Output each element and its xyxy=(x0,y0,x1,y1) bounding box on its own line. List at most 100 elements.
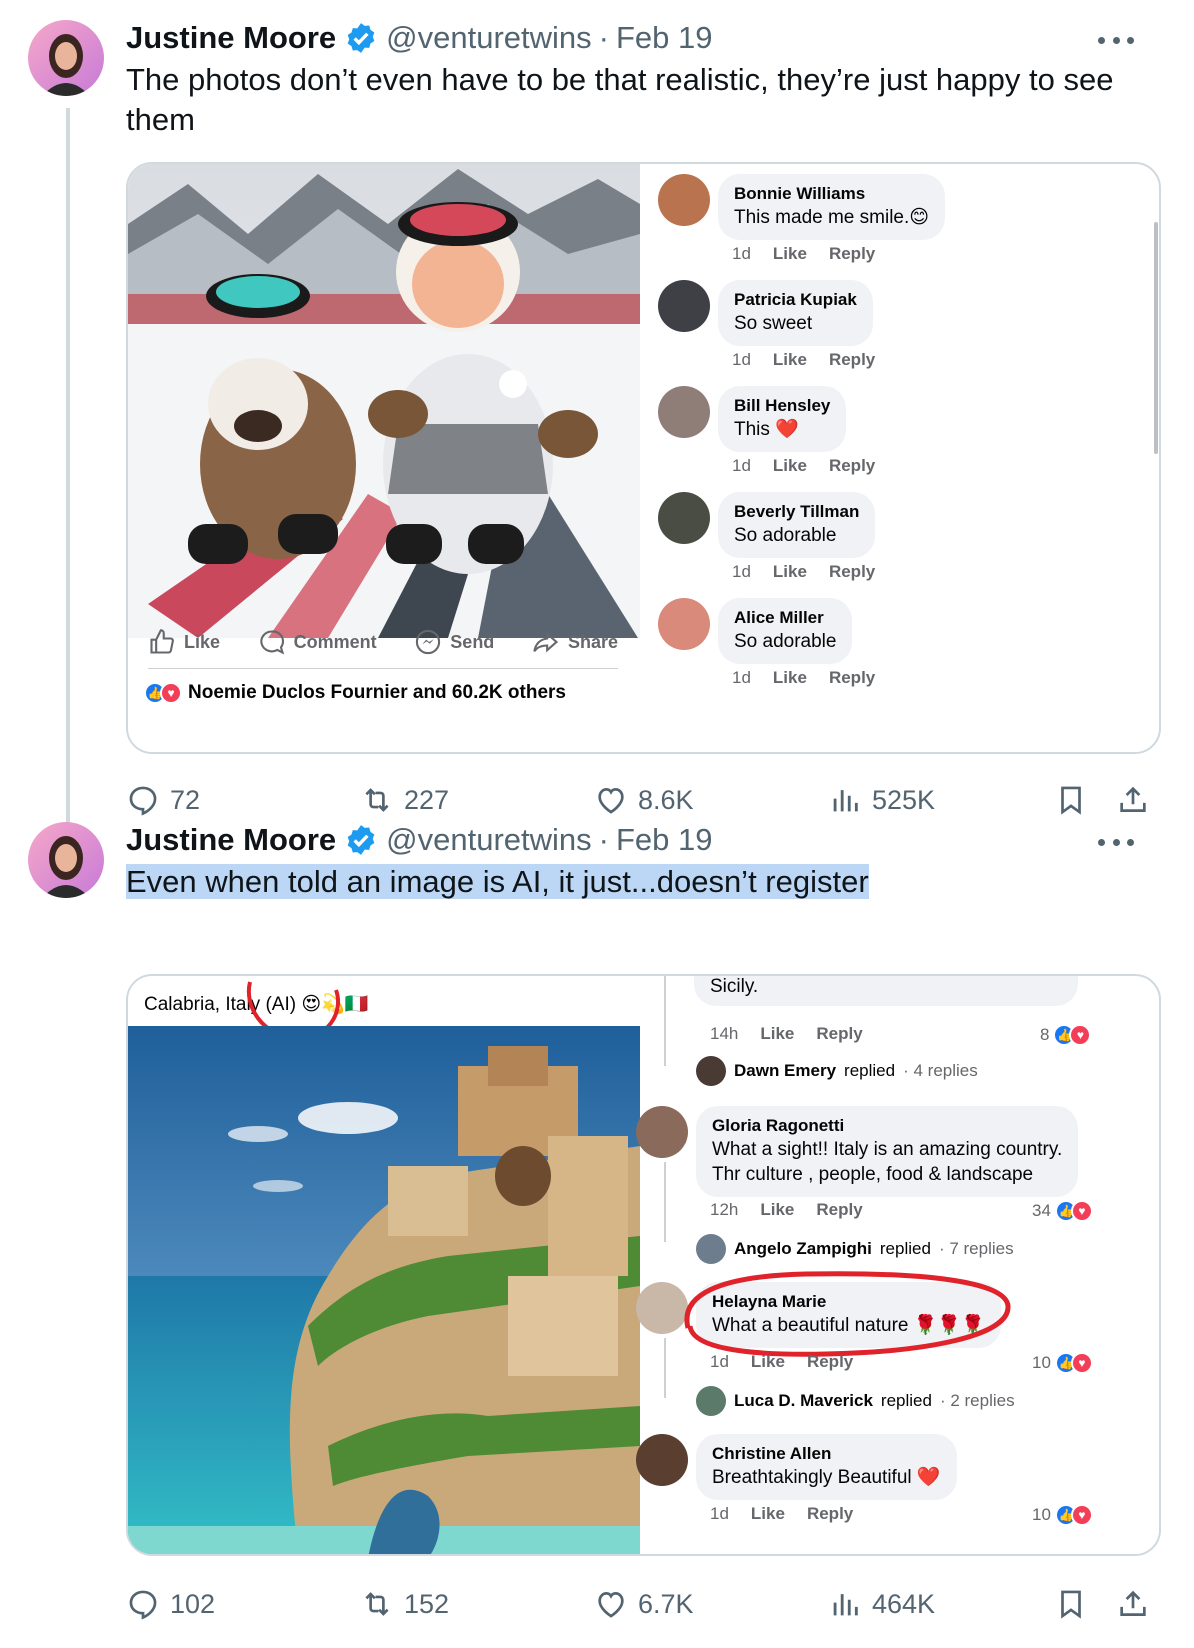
bookmark-icon xyxy=(1061,786,1081,815)
reply-icon xyxy=(129,786,157,816)
author-avatar[interactable] xyxy=(28,20,104,96)
share-button[interactable] xyxy=(1116,1584,1150,1624)
comment-reply-link[interactable]: Reply xyxy=(829,350,875,370)
comment-reaction-count[interactable]: 10 👍 ♥ xyxy=(1032,1504,1093,1526)
replies-row[interactable]: Angelo Zampighi replied · 7 replies xyxy=(696,1234,1014,1264)
comment-reply-link[interactable]: Reply xyxy=(807,1504,853,1524)
comment-reply-link[interactable]: Reply xyxy=(816,1024,862,1044)
tweet-media[interactable]: Like Comment Send Share 👍 ♥ Noemie Duclos… xyxy=(126,162,1161,754)
bookmark-button[interactable] xyxy=(1054,780,1088,820)
like-button[interactable]: 6.7K xyxy=(594,1584,694,1624)
tweet-stats-bar: 102 152 6.7K 464K xyxy=(126,1584,1161,1624)
comment-like-link[interactable]: Like xyxy=(760,1024,794,1044)
reaction-count: 8 xyxy=(1040,1025,1050,1044)
messenger-icon xyxy=(416,629,441,655)
comment-reply-link[interactable]: Reply xyxy=(829,456,875,476)
comment-time: 1d xyxy=(732,456,751,475)
comment-meta: 14h Like Reply xyxy=(710,1024,863,1044)
comment-like-link[interactable]: Like xyxy=(773,350,807,370)
retweet-button[interactable]: 227 xyxy=(360,780,449,820)
fb-like-button[interactable]: Like xyxy=(148,628,220,656)
commenter-name[interactable]: Beverly Tillman xyxy=(734,501,859,523)
commenter-avatar[interactable] xyxy=(636,1434,688,1486)
commenter-name[interactable]: Patricia Kupiak xyxy=(734,289,857,311)
comment-reaction-count[interactable]: 10 👍 ♥ xyxy=(1032,1352,1093,1374)
comment-like-link[interactable]: Like xyxy=(773,244,807,264)
comment-like-link[interactable]: Like xyxy=(773,668,807,688)
commenter-avatar[interactable] xyxy=(636,1106,688,1158)
fb-reactions-summary[interactable]: 👍 ♥ Noemie Duclos Fournier and 60.2K othe… xyxy=(144,682,566,704)
replier-avatar xyxy=(696,1056,726,1086)
fb-share-button[interactable]: Share xyxy=(532,628,618,656)
reply-count: · 7 replies xyxy=(938,1239,1014,1258)
commenter-name[interactable]: Bill Hensley xyxy=(734,395,830,417)
comment-time: 1d xyxy=(710,1504,729,1523)
retweet-count: 152 xyxy=(404,1588,450,1619)
commenter-name[interactable]: Gloria Ragonetti xyxy=(712,1115,1062,1137)
comment-reaction-count[interactable]: 34 👍 ♥ xyxy=(1032,1200,1093,1222)
author-name[interactable]: Justine Moore xyxy=(126,20,336,56)
comment-text-line1: What a sight!! Italy is an amazing count… xyxy=(712,1139,1063,1160)
author-avatar-image xyxy=(28,20,104,96)
share-icon xyxy=(1120,1590,1146,1616)
replies-row[interactable]: Dawn Emery replied · 4 replies xyxy=(696,1056,978,1086)
comment-like-link[interactable]: Like xyxy=(773,456,807,476)
author-avatar[interactable] xyxy=(28,822,104,898)
fb-send-button[interactable]: Send xyxy=(414,628,494,656)
bookmark-button[interactable] xyxy=(1054,1584,1088,1624)
author-handle[interactable]: @venturetwins xyxy=(386,822,592,858)
share-button[interactable] xyxy=(1116,780,1150,820)
tweet-media[interactable]: Calabria, Italy (AI) 😍💫🇮🇹 Sicily. 14h Li… xyxy=(126,974,1161,1556)
comment-time: 12h xyxy=(710,1200,739,1219)
author-name[interactable]: Justine Moore xyxy=(126,822,336,858)
comment-meta: 1d Like Reply xyxy=(732,350,875,370)
reply-button[interactable]: 102 xyxy=(126,1584,215,1624)
comment-text: So adorable xyxy=(734,631,837,652)
retweet-button[interactable]: 152 xyxy=(360,1584,449,1624)
thread-connector xyxy=(664,1162,666,1242)
comment-like-link[interactable]: Like xyxy=(751,1504,785,1524)
comment-reply-link[interactable]: Reply xyxy=(829,244,875,264)
commenter-name[interactable]: Bonnie Williams xyxy=(734,183,929,205)
views-button[interactable]: 464K xyxy=(828,1584,935,1624)
comment-reply-link[interactable]: Reply xyxy=(816,1200,862,1220)
commenter-avatar[interactable] xyxy=(658,280,710,332)
tweet-date[interactable]: Feb 19 xyxy=(616,822,713,858)
fb-comment: Bonnie Williams This made me smile.😊 xyxy=(658,174,946,240)
fb-comment-button[interactable]: Comment xyxy=(258,628,377,656)
tweet-date[interactable]: Feb 19 xyxy=(616,20,713,56)
more-options-icon[interactable] xyxy=(1098,836,1134,848)
love-reaction-icon: ♥ xyxy=(1070,1504,1093,1526)
reply-button[interactable]: 72 xyxy=(126,780,200,820)
tweet-text: Even when told an image is AI, it just..… xyxy=(126,862,1146,902)
replied-verb: replied xyxy=(880,1391,932,1410)
comment-reply-link[interactable]: Reply xyxy=(829,668,875,688)
heart-icon xyxy=(598,1592,624,1618)
comment-reply-link[interactable]: Reply xyxy=(807,1352,853,1372)
more-options-icon[interactable] xyxy=(1098,34,1134,46)
like-button[interactable]: 8.6K xyxy=(594,780,694,820)
commenter-name[interactable]: Christine Allen xyxy=(712,1443,941,1465)
love-reaction-icon: ♥ xyxy=(1069,1024,1092,1046)
commenter-avatar[interactable] xyxy=(658,492,710,544)
author-handle[interactable]: @venturetwins xyxy=(386,20,592,56)
comment-text: This made me smile. xyxy=(734,207,910,228)
comment-time: 1d xyxy=(732,562,751,581)
fb-comment: Christine Allen Breathtakingly Beautiful … xyxy=(636,1434,957,1500)
reply-count: 102 xyxy=(170,1588,216,1619)
commenter-name[interactable]: Alice Miller xyxy=(734,607,836,629)
replies-row[interactable]: Luca D. Maverick replied · 2 replies xyxy=(696,1386,1015,1416)
comment-reaction-count[interactable]: 8 👍 ♥ xyxy=(1040,1024,1092,1046)
commenter-avatar[interactable] xyxy=(658,386,710,438)
comment-like-link[interactable]: Like xyxy=(751,1352,785,1372)
fb-comment: Alice Miller So adorable xyxy=(658,598,853,664)
tweet-stats-bar: 72 227 8.6K 525K xyxy=(126,780,1161,820)
commenter-avatar[interactable] xyxy=(658,174,710,226)
views-button[interactable]: 525K xyxy=(828,780,935,820)
comments-scrollbar[interactable] xyxy=(1154,222,1158,454)
comment-like-link[interactable]: Like xyxy=(760,1200,794,1220)
comment-reply-link[interactable]: Reply xyxy=(829,562,875,582)
commenter-avatar[interactable] xyxy=(658,598,710,650)
comment-like-link[interactable]: Like xyxy=(773,562,807,582)
reaction-count: 34 xyxy=(1032,1201,1051,1220)
